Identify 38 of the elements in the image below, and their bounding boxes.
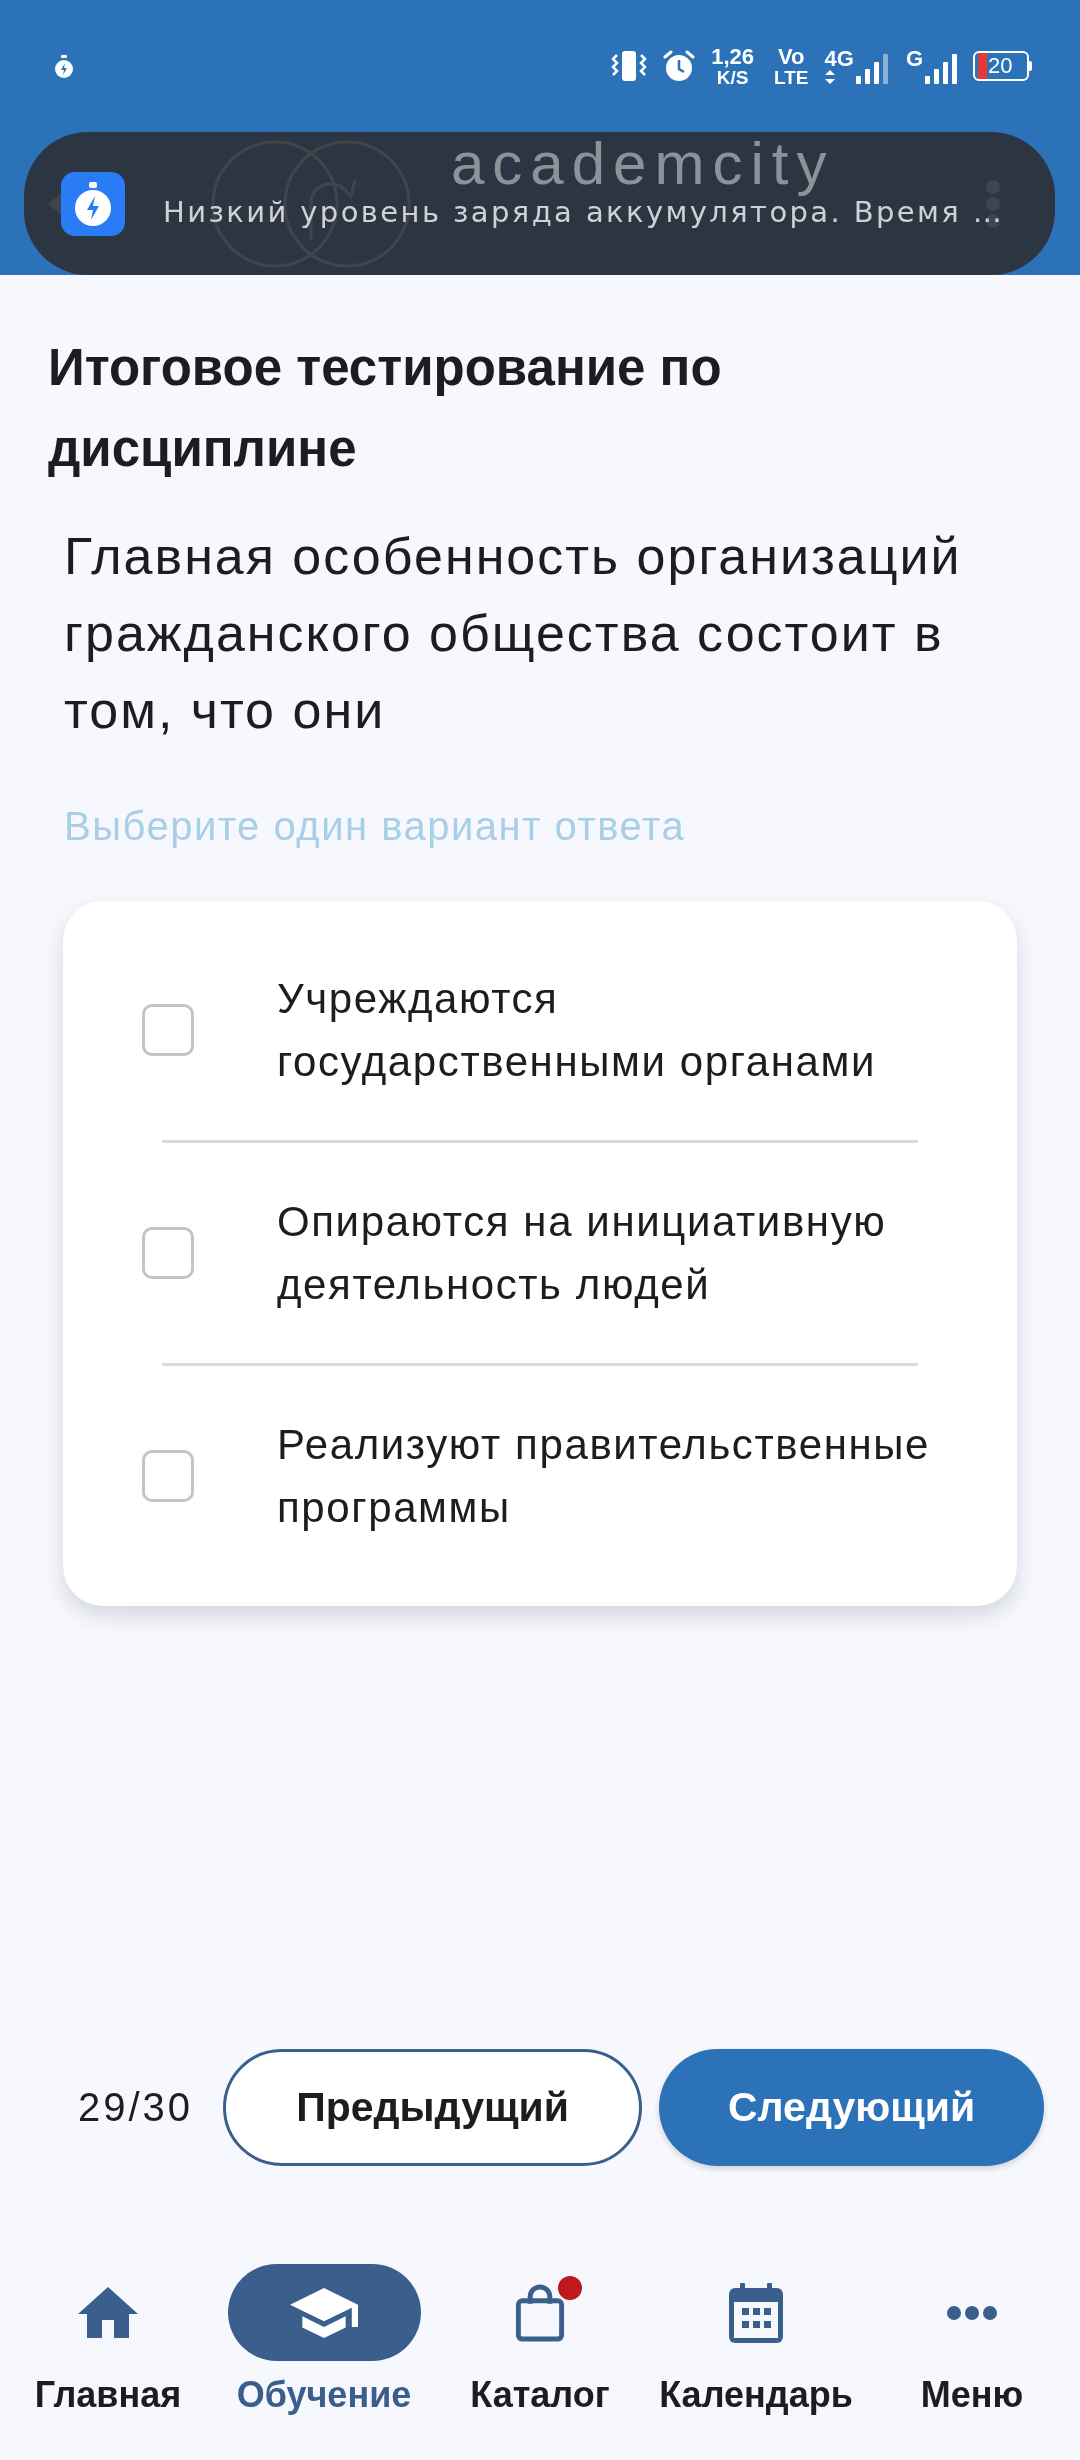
notification-text: Низкий уровень заряда аккумулятора. Время … [163,198,1005,226]
question-text: Главная особенность организаций гражданского общества состоит в том, что они [63,526,963,741]
question-counter: 29/30 [78,2085,194,2130]
notification-banner[interactable]: academcity Низкий уровень заряда аккумулятора. Время … [24,132,1055,275]
test-title: Итоговое тестирование по дисциплине [48,338,723,479]
volte-label: LTE [774,67,809,87]
data-arrows-icon [824,70,835,84]
answer-hint: Выберите один вариант ответа [63,803,687,850]
nav-tab[interactable]: Каталог [470,2264,610,2418]
volte-label: Vo [778,45,805,68]
network-speed: 1,26 [711,45,755,68]
checkbox[interactable] [142,1227,194,1279]
vibrate-icon [611,51,648,81]
calendar-icon [729,2282,783,2343]
previous-button[interactable]: Предыдущий [223,2049,643,2166]
logo-text: academcity [451,132,835,196]
option-label: Учреждаются государственными органами [277,974,877,1087]
nav-tab[interactable]: Меню [920,2264,1024,2418]
stopwatch-icon [61,171,125,236]
stopwatch-icon [55,54,73,78]
signal-icon [855,54,890,84]
nav-tab[interactable]: Обучение [227,2264,421,2418]
option-label: Опираются на инициативную деятельность людей [277,1197,888,1310]
checkbox[interactable] [142,1004,194,1056]
home-icon [78,2287,138,2338]
speed-unit: K/S [716,67,749,87]
checkbox[interactable] [142,1450,194,1502]
network-type-label: 4G [824,48,854,70]
next-button[interactable]: Следующий [659,2049,1045,2166]
alarm-icon [663,50,696,82]
option-label: Реализуют правительственные программы [277,1420,932,1533]
more-icon [947,2305,997,2320]
signal-icon [925,54,959,84]
nav-tab[interactable]: Главная [34,2264,182,2418]
nav-tab[interactable]: Календарь [659,2264,853,2418]
battery-indicator: 20 [973,51,1032,81]
shopping-bag-icon [515,2283,565,2342]
network-type-label: G [905,48,923,70]
